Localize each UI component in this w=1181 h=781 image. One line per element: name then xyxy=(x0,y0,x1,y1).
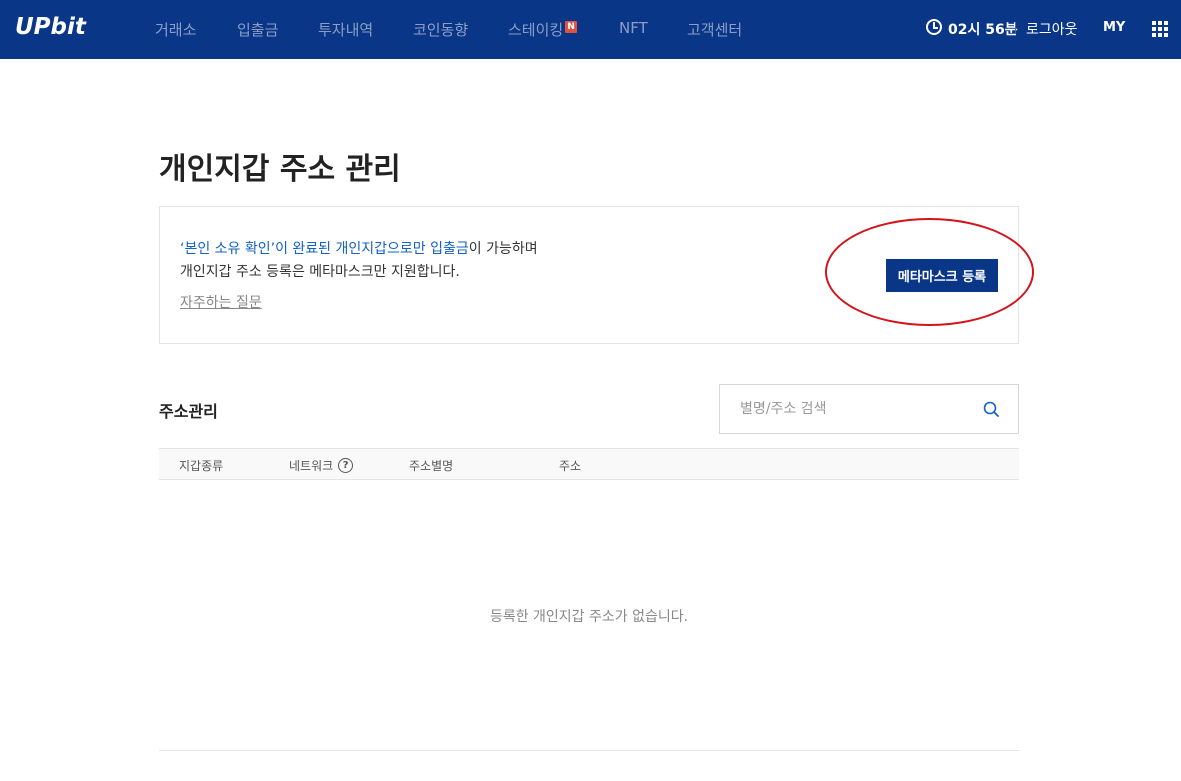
search-box xyxy=(719,384,1019,434)
nav-item-investment-history[interactable]: 투자내역 xyxy=(318,19,373,40)
column-wallet-type: 지갑종류 xyxy=(179,459,224,473)
top-navigation-bar: UPbit 거래소 입출금 투자내역 코인동향 스테이킹 N NFT 고객센터 0… xyxy=(0,0,1181,59)
notice-box: ‘본인 소유 확인’이 완료된 개인지갑으로만 입출금이 가능하며 개인지갑 주… xyxy=(159,206,1019,344)
search-icon[interactable] xyxy=(983,401,999,417)
column-address-alias: 주소별명 xyxy=(409,459,454,473)
notice-line-1: ‘본인 소유 확인’이 완료된 개인지갑으로만 입출금이 가능하며 xyxy=(180,238,538,258)
help-icon[interactable]: ? xyxy=(338,458,354,473)
logout-link[interactable]: 로그아웃 xyxy=(1026,19,1078,39)
nav-item-deposit-withdraw[interactable]: 입출금 xyxy=(237,19,278,40)
faq-link[interactable]: 자주하는 질문 xyxy=(180,292,262,312)
apps-grid-icon[interactable] xyxy=(1152,21,1168,37)
nav-item-coin-trends[interactable]: 코인동향 xyxy=(413,19,468,40)
session-time: 02시 56분 xyxy=(948,22,1018,38)
table-header: 지갑종류 네트워크? 주소별명 주소 xyxy=(159,448,1019,480)
notice-line-2: 개인지갑 주소 등록은 메타마스크만 지원합니다. xyxy=(180,264,460,280)
clock-icon xyxy=(926,19,942,35)
column-network-label: 네트워크 xyxy=(289,459,334,473)
column-address: 주소 xyxy=(559,459,582,473)
notice-line-1-rest: 이 가능하며 xyxy=(468,241,538,257)
nav-item-customer-center[interactable]: 고객센터 xyxy=(687,19,742,40)
nav-item-nft[interactable]: NFT xyxy=(619,19,648,37)
my-menu-link[interactable]: MY xyxy=(1103,20,1125,35)
nav-item-staking[interactable]: 스테이킹 N xyxy=(508,19,578,40)
header-divider xyxy=(1015,22,1016,34)
table-bottom-divider xyxy=(159,750,1019,751)
empty-state-message: 등록한 개인지갑 주소가 없습니다. xyxy=(489,609,689,625)
address-management-title: 주소관리 xyxy=(159,402,218,421)
register-metamask-button[interactable]: 메타마스크 등록 xyxy=(886,259,998,292)
search-input[interactable] xyxy=(740,399,970,419)
upbit-logo[interactable]: UPbit xyxy=(15,14,86,40)
column-network: 네트워크? xyxy=(289,457,354,474)
page-title: 개인지갑 주소 관리 xyxy=(159,152,401,187)
nav-item-exchange[interactable]: 거래소 xyxy=(155,19,196,40)
new-badge: N xyxy=(565,21,578,33)
nav-item-staking-label: 스테이킹 xyxy=(508,21,564,39)
notice-highlight: ‘본인 소유 확인’이 완료된 개인지갑으로만 입출금 xyxy=(180,241,469,257)
